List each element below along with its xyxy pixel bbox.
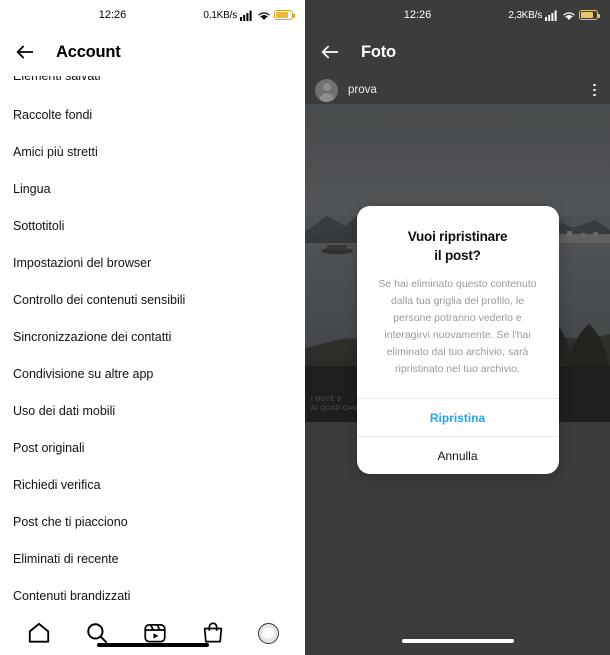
home-icon[interactable] [26, 620, 52, 646]
signal-bars-icon [545, 10, 557, 21]
list-item-label: Controllo dei contenuti sensibili [13, 292, 186, 307]
network-speed-label: 0,1KB/s [203, 9, 237, 21]
list-item-label: Elementi salvati [13, 76, 101, 83]
list-item-label: Raccolte fondi [13, 107, 93, 122]
list-item-label: Contenuti brandizzati [13, 588, 131, 603]
list-item-label: Amici più stretti [13, 144, 98, 159]
settings-list[interactable]: Elementi salvati Raccolte fondi Amici pi… [0, 74, 305, 611]
signal-bars-icon [240, 10, 252, 21]
wifi-icon [563, 11, 575, 20]
list-item-contenuti-brandizzati[interactable]: Contenuti brandizzati [13, 577, 305, 611]
app-bar-foto: Foto [305, 30, 610, 74]
home-indicator-left [96, 643, 209, 647]
list-item-label: Impostazioni del browser [13, 255, 152, 270]
dual-screenshot: 12:26 0,1KB/s Account Elementi salvati R… [0, 0, 610, 655]
status-time: 12:26 [98, 9, 127, 21]
list-item-eliminati-di-recente[interactable]: Eliminati di recente [13, 540, 305, 577]
list-item-label: Sincronizzazione dei contatti [13, 329, 172, 344]
user-avatar-icon[interactable] [315, 78, 338, 102]
list-item-label: Lingua [13, 181, 51, 196]
list-item-condivisione-altre-app[interactable]: Condivisione su altre app [13, 355, 305, 392]
back-arrow-icon[interactable] [319, 41, 341, 63]
list-item-impostazioni-browser[interactable]: Impostazioni del browser [13, 244, 305, 281]
list-item-label: Uso dei dati mobili [13, 403, 116, 418]
status-time: 12:26 [403, 9, 432, 21]
list-item-elementi-salvati[interactable]: Elementi salvati [13, 76, 305, 96]
status-indicators: 2,3KB/s [508, 9, 600, 21]
back-arrow-icon[interactable] [14, 41, 36, 63]
network-speed-label: 2,3KB/s [508, 9, 542, 21]
photo-post-screen: I NOTE 9 AI QUAD CAMERA 12:26 2,3KB/s [305, 0, 610, 655]
list-item-label: Condivisione su altre app [13, 366, 154, 381]
list-item-post-che-ti-piacciono[interactable]: Post che ti piacciono [13, 503, 305, 540]
list-item-raccolte-fondi[interactable]: Raccolte fondi [13, 96, 305, 133]
bottom-navigation-bar [0, 611, 305, 655]
dialog-message: Se hai eliminato questo contenuto dalla … [378, 278, 537, 376]
list-item-label: Post originali [13, 440, 85, 455]
status-bar-right: 12:26 2,3KB/s [305, 0, 610, 30]
post-author-row: prova [305, 74, 610, 106]
battery-icon [579, 10, 600, 20]
profile-avatar-icon[interactable] [258, 622, 279, 644]
wifi-icon [258, 11, 270, 20]
battery-icon [274, 10, 295, 20]
list-item-label: Post che ti piacciono [13, 514, 128, 529]
list-item-amici-piu-stretti[interactable]: Amici più stretti [13, 133, 305, 170]
list-item-label: Eliminati di recente [13, 551, 119, 566]
list-item-post-originali[interactable]: Post originali [13, 429, 305, 466]
restore-post-dialog: Vuoi ripristinare il post? Se hai elimin… [356, 206, 559, 475]
restore-button[interactable]: Ripristina [356, 398, 559, 436]
more-options-icon[interactable] [589, 80, 600, 101]
list-item-richiedi-verifica[interactable]: Richiedi verifica [13, 466, 305, 503]
list-item-lingua[interactable]: Lingua [13, 170, 305, 207]
page-title: Foto [361, 42, 396, 61]
dialog-title: Vuoi ripristinare il post? [407, 229, 508, 263]
status-bar-left: 12:26 0,1KB/s [0, 0, 305, 30]
account-settings-screen: 12:26 0,1KB/s Account Elementi salvati R… [0, 0, 305, 655]
list-item-label: Sottotitoli [13, 218, 65, 233]
app-bar-account: Account [0, 30, 305, 74]
cancel-button[interactable]: Annulla [356, 436, 559, 474]
page-title: Account [56, 42, 121, 61]
post-username[interactable]: prova [348, 84, 377, 96]
dialog-body: Vuoi ripristinare il post? Se hai elimin… [357, 206, 559, 398]
list-item-sincronizzazione-contatti[interactable]: Sincronizzazione dei contatti [13, 318, 305, 355]
list-item-label: Richiedi verifica [13, 477, 101, 492]
status-indicators: 0,1KB/s [203, 9, 295, 21]
list-item-uso-dati-mobili[interactable]: Uso dei dati mobili [13, 392, 305, 429]
home-indicator-right [401, 639, 514, 643]
screen-divider [304, 0, 305, 655]
list-item-controllo-contenuti-sensibili[interactable]: Controllo dei contenuti sensibili [13, 281, 305, 318]
list-item-sottotitoli[interactable]: Sottotitoli [13, 207, 305, 244]
